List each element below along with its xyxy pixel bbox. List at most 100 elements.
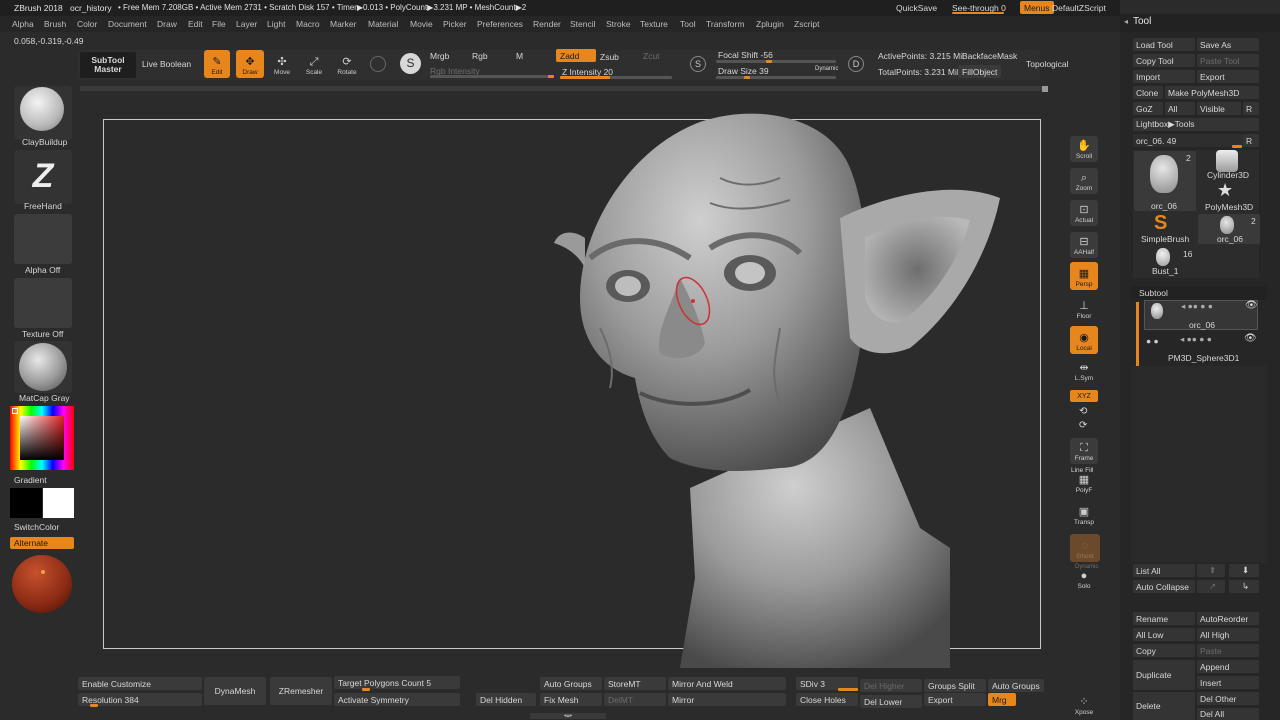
menu-texture[interactable]: Texture [640, 19, 668, 29]
rotate-y-icon[interactable]: ⟲ [1079, 406, 1087, 417]
arrow-up-right-icon[interactable]: ↗ [1197, 580, 1225, 593]
menu-document[interactable]: Document [108, 19, 147, 29]
all-high-button[interactable]: All High [1197, 628, 1259, 641]
mirror-and-weld-button[interactable]: Mirror And Weld [668, 677, 786, 690]
scale-mode-button[interactable]: ⤢ Scale [302, 50, 326, 78]
subtool-sphere-toggles[interactable]: ◂ ●● ● ● [1180, 334, 1212, 345]
fix-mesh-button[interactable]: Fix Mesh [540, 693, 602, 706]
freehand-stroke-button[interactable]: Z [14, 150, 72, 204]
backface-mask-button[interactable]: BackfaceMask [962, 51, 1017, 61]
del-mt-button[interactable]: DelMT [604, 693, 666, 706]
import-button[interactable]: Import [1133, 70, 1195, 83]
move-down-icon[interactable]: ⬇ [1229, 564, 1259, 577]
draw-mode-button[interactable]: ✥ Draw [236, 50, 264, 78]
scroll-button[interactable]: ✋ Scroll [1070, 136, 1098, 162]
bottom-tray-toggle-icon[interactable]: ◂▴▸ [530, 713, 606, 719]
stroke-icon[interactable]: S [690, 56, 706, 72]
simplebrush-label[interactable]: SimpleBrush [1141, 234, 1189, 244]
del-lower-button[interactable]: Del Lower [860, 695, 922, 708]
quicksave-button[interactable]: QuickSave [896, 3, 937, 13]
tool-panel-header[interactable]: ◂ Tool [1120, 14, 1280, 32]
cylinder3d-icon[interactable] [1216, 150, 1238, 172]
export-button[interactable]: Export [924, 693, 986, 706]
subtool-item-sphere[interactable]: ● ● ◂ ●● ● ● 👁 PM3D_Sphere3D1 [1144, 333, 1258, 364]
copy-subtool-button[interactable]: Copy [1133, 644, 1195, 657]
rename-button[interactable]: Rename [1133, 612, 1195, 625]
list-all-button[interactable]: List All [1133, 564, 1195, 577]
make-polymesh-button[interactable]: Make PolyMesh3D [1165, 86, 1259, 99]
switch-color-button[interactable]: SwitchColor [14, 522, 59, 532]
paste-subtool-button[interactable]: Paste [1197, 644, 1259, 657]
canvas-resize-handle[interactable] [1042, 86, 1048, 92]
enable-customize-button[interactable]: Enable Customize [78, 677, 202, 690]
polymesh3d-label[interactable]: PolyMesh3D [1205, 202, 1253, 212]
menu-macro[interactable]: Macro [296, 19, 320, 29]
alpha-button[interactable] [14, 214, 72, 264]
load-tool-button[interactable]: Load Tool [1133, 38, 1195, 51]
goz-all-button[interactable]: All [1165, 102, 1195, 115]
subtool-orc-toggles[interactable]: ◂ ●● ● ● [1181, 301, 1213, 312]
menu-zplugin[interactable]: Zplugin [756, 19, 784, 29]
zcut-button[interactable]: Zcut [643, 51, 660, 61]
target-polygons-slider[interactable]: Target Polygons Count 5 [334, 676, 460, 689]
menu-brush[interactable]: Brush [44, 19, 66, 29]
groups-split-button[interactable]: Groups Split [924, 679, 986, 692]
rotate-mode-button[interactable]: ⟳ Rotate [334, 50, 360, 78]
menu-draw[interactable]: Draw [157, 19, 177, 29]
focal-shift-slider[interactable]: Focal Shift -56 [718, 50, 773, 60]
subtool-master-button[interactable]: SubTool Master [80, 52, 136, 78]
ghost-button[interactable]: ◌ Ghost [1070, 534, 1100, 562]
menu-stroke[interactable]: Stroke [606, 19, 631, 29]
menu-material[interactable]: Material [368, 19, 398, 29]
polymesh3d-star-icon[interactable]: ★ [1217, 180, 1233, 201]
zoom-button[interactable]: ⌕ Zoom [1070, 168, 1098, 194]
color-picker-hue-ring[interactable] [10, 406, 74, 470]
duplicate-button[interactable]: Duplicate [1133, 660, 1195, 690]
del-all-button[interactable]: Del All [1197, 708, 1259, 720]
simplebrush-icon[interactable]: S [1154, 212, 1167, 235]
live-boolean-button[interactable]: Live Boolean [142, 59, 191, 69]
merge-button[interactable]: Mrg [988, 693, 1016, 706]
current-tool-r-button[interactable]: R [1243, 134, 1259, 147]
menu-light[interactable]: Light [267, 19, 285, 29]
goz-visible-button[interactable]: Visible [1197, 102, 1241, 115]
bust-label[interactable]: Bust_1 [1152, 266, 1178, 276]
draw-size-slider[interactable]: Draw Size 39 [718, 66, 769, 76]
xyz-button[interactable]: XYZ [1070, 390, 1098, 402]
zadd-button[interactable]: Zadd [556, 49, 596, 62]
move-up-icon[interactable]: ⬆ [1197, 564, 1225, 577]
local-button[interactable]: ◉ Local [1070, 326, 1098, 354]
color-swatch-icon[interactable]: S [400, 53, 421, 74]
close-holes-button[interactable]: Close Holes [796, 693, 858, 706]
arrow-down-right-icon[interactable]: ↳ [1229, 580, 1259, 593]
fill-object-button[interactable]: FillObject [958, 65, 1002, 78]
clone-button[interactable]: Clone [1133, 86, 1163, 99]
bust-thumbnail-icon[interactable] [1156, 248, 1170, 266]
persp-button[interactable]: ▦ Persp [1070, 262, 1098, 290]
mrgb-button[interactable]: Mrgb [430, 51, 449, 61]
menu-stencil[interactable]: Stencil [570, 19, 596, 29]
menu-transform[interactable]: Transform [706, 19, 744, 29]
default-zscript-button[interactable]: DefaultZScript [1052, 3, 1106, 13]
gradient-toggle[interactable]: Gradient [14, 475, 47, 485]
zremesher-button[interactable]: ZRemesher [270, 677, 332, 705]
copy-tool-button[interactable]: Copy Tool [1133, 54, 1195, 67]
subtool-orc-eye-icon[interactable]: 👁 [1245, 300, 1258, 311]
orc-bust-model[interactable] [540, 108, 1020, 670]
polyf-button[interactable]: ▦ PolyF [1070, 474, 1098, 496]
cylinder3d-label[interactable]: Cylinder3D [1207, 170, 1249, 180]
menu-layer[interactable]: Layer [236, 19, 257, 29]
menu-tool[interactable]: Tool [680, 19, 696, 29]
aahalf-button[interactable]: ⊟ AAHalf [1070, 232, 1098, 258]
store-mt-button[interactable]: StoreMT [604, 677, 666, 690]
auto-groups-button[interactable]: Auto Groups [540, 677, 602, 690]
autoreorder-button[interactable]: AutoReorder [1197, 612, 1259, 625]
alternate-button[interactable]: Alternate [10, 537, 74, 549]
xpose-button[interactable]: ⁘ Xpose [1070, 694, 1098, 718]
menu-alpha[interactable]: Alpha [12, 19, 34, 29]
floor-button[interactable]: ⊥ Floor [1070, 296, 1098, 322]
rgb-button[interactable]: Rgb [472, 51, 488, 61]
menu-zscript[interactable]: Zscript [794, 19, 820, 29]
subtool-sphere-eye-icon[interactable]: 👁 [1244, 333, 1257, 344]
subtool-item-orc[interactable]: ◂ ●● ● ● 👁 orc_06 [1144, 300, 1258, 330]
